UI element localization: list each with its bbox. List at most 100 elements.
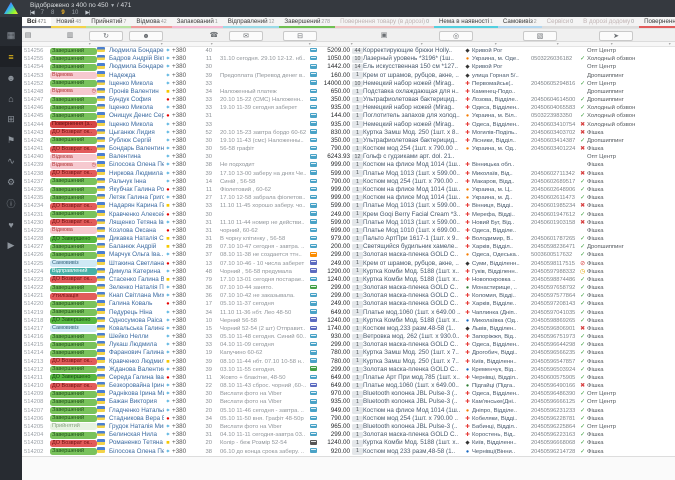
status-badge[interactable]: ДО Возврат ок.. — [50, 170, 97, 177]
tab-Відправлений[interactable]: Відправлений12 — [223, 17, 280, 28]
tracking-number[interactable]: 20450604065583 — [531, 104, 578, 112]
filter-caret-icon[interactable]: ▼ — [668, 42, 671, 46]
delivery-address[interactable]: Одеса, Відділен.. — [472, 104, 531, 112]
comment[interactable]: Не подходит — [220, 161, 310, 169]
client-name[interactable]: Зеленко Наталія Па.. — [109, 284, 164, 292]
client-name[interactable]: Кравченко Людмила — [109, 358, 164, 366]
status-badge[interactable]: Завершений — [50, 399, 97, 406]
status-badge[interactable]: Завершений — [50, 113, 97, 120]
status-badge[interactable]: Завершений — [50, 448, 97, 455]
client-name[interactable]: Односумова Раіса І.. — [109, 317, 164, 325]
comment[interactable]: 17.10 13-00 заберу на днях Че.. — [220, 170, 310, 178]
feedback-icon[interactable]: ♥ — [0, 214, 22, 235]
client-name[interactable]: Якубчак Галина Ром.. — [109, 186, 164, 194]
tracking-number[interactable]: 5003600517632 — [531, 251, 578, 259]
phone-number[interactable]: +380 — [172, 374, 197, 382]
table-row[interactable]: 514247ЗавершенийБундук София●+3803320.10… — [22, 96, 675, 104]
tracking-number[interactable]: 20450596751973 — [531, 333, 578, 341]
comment[interactable]: 31.10 сегодня. 29.10 12-12. нб.. — [220, 55, 310, 63]
product-name[interactable]: Светящийся будильник хамеле.. — [363, 243, 463, 251]
client-name[interactable]: Шейко Нелли — [109, 333, 164, 341]
status-badge[interactable]: ДО Возврат ок.. — [50, 203, 97, 210]
delivery-address[interactable]: Украина, м. Оде.. — [472, 55, 531, 63]
client-name[interactable]: Фаранович Галина — [109, 349, 164, 357]
product-name[interactable]: Немецкий набор ножей (Mirag.. — [363, 104, 463, 112]
table-row[interactable]: 514229ВідмоваКозлова Оксана●+38031чорний… — [22, 227, 675, 235]
status-badge[interactable]: Завершений — [50, 56, 97, 63]
comment[interactable]: 04.10 11-09 сегодня — [220, 341, 310, 349]
product-name[interactable]: Платье Мод 1013 (1шт. х 599.00.. — [363, 219, 463, 227]
table-row[interactable]: 514242ЗавершенийРублюк Сергій✶+3803019.1… — [22, 137, 675, 145]
delivery-address[interactable]: Монастирище, .. — [472, 284, 531, 292]
comment[interactable]: Чорний , 56-58 предумала — [220, 268, 310, 276]
status-badge[interactable]: ДО Возврат ок.. — [50, 440, 97, 447]
comment[interactable]: Наложенный платеж — [220, 88, 310, 96]
client-name[interactable]: Лукаш Людмила — [109, 341, 164, 349]
tab-Запакований[interactable]: Запакований1 — [172, 17, 223, 28]
status-badge[interactable]: Прийнятий — [50, 423, 97, 430]
table-row[interactable]: 514216ЗавершенийШейко Нелли✶+3803305.10 … — [22, 333, 675, 341]
tracking-number[interactable]: 20450602611473 — [531, 194, 578, 202]
phone-number[interactable]: +380 — [172, 439, 197, 447]
client-name[interactable]: Баланюк Андрій — [109, 243, 164, 251]
client-name[interactable]: Безкоровайна Ірина — [109, 382, 164, 390]
phone-number[interactable]: +380 — [172, 137, 197, 145]
phone-number[interactable]: +380 — [172, 202, 197, 210]
package-column-icon[interactable]: ▧ — [523, 31, 557, 41]
product-name[interactable]: Куртка Комби Мод. 5188 (1шт. х.. — [363, 268, 463, 276]
client-name[interactable]: Гладченко Наталья .. — [109, 407, 164, 415]
client-name[interactable]: Іщенко Микола — [109, 104, 164, 112]
product-name[interactable]: Костюм на флисе Мод 1014 (1ш.. — [363, 407, 463, 415]
table-row[interactable]: 514221УтилізаціяКнап Світлана Миха..✶+38… — [22, 292, 675, 300]
table-row[interactable]: 514212ЗавершенийЖданова Валентина✶+38039… — [22, 366, 675, 374]
comment[interactable]: Вислати фото на Viber — [220, 398, 310, 406]
product-name[interactable]: Костюм мод 254 (1шт. х 790.00 .. — [363, 415, 463, 423]
status-badge[interactable]: Завершений — [50, 211, 97, 218]
client-name[interactable]: Бадров Андрій Вікт.. — [109, 55, 164, 63]
comment[interactable]: 56-58 графіт — [220, 145, 310, 153]
table-row[interactable]: 514207ЗавершенийГладченко Наталья ..✶+38… — [22, 407, 675, 415]
delivery-address[interactable]: Вінницька обл.. — [472, 161, 531, 169]
phone-number[interactable]: +380 — [172, 292, 197, 300]
filter-caret-icon[interactable]: ▼ — [350, 42, 353, 46]
tracking-number[interactable]: 20450598874486 — [531, 276, 578, 284]
phone-number[interactable]: +380 — [172, 47, 197, 55]
comment[interactable]: 08.10 11-38 не создается ттн.. — [220, 251, 310, 259]
filter-caret-icon[interactable]: ▼ — [420, 42, 423, 46]
phone-number[interactable]: +380 — [172, 358, 197, 366]
status-badge[interactable]: Відмова — [50, 227, 97, 234]
product-name[interactable]: Куртка Комби Мод. 5188 (1шт. х.. — [363, 317, 463, 325]
table-row[interactable]: 514206ЗавершенийСтадникова Вера В..●+380… — [22, 415, 675, 423]
product-name[interactable]: Ветровка мод. 262 (1шт. х 930.0.. — [363, 333, 463, 341]
marketing-icon[interactable]: ⚑ — [0, 130, 22, 151]
comment[interactable]: Вислати фото на Viber — [220, 423, 310, 431]
delivery-address[interactable]: Чернівці, Відділ.. — [472, 374, 531, 382]
dashboard-icon[interactable]: ▦ — [0, 25, 22, 46]
delivery-address[interactable]: Новопокровка .. — [472, 276, 531, 284]
comment[interactable]: Жовто + блакітне, 48-50 — [220, 374, 310, 382]
product-name[interactable]: Золотая маска-пленка GOLD C.. — [363, 300, 463, 308]
phone-number[interactable]: +380 — [172, 390, 197, 398]
comment[interactable]: Чорний 52-54 (2 шт) Отправит.. — [220, 325, 310, 333]
status-badge[interactable]: Відправлений — [50, 268, 97, 275]
phone-number[interactable]: +380 — [172, 382, 197, 390]
product-name[interactable]: Ель искусственная 150 см *127.. — [363, 63, 463, 71]
tab-Самовивіз[interactable]: Самовивіз2 — [498, 17, 542, 28]
tab-Сервіси[interactable]: Сервіси0 — [542, 17, 578, 28]
delivery-address[interactable]: Харків, Відділе.. — [472, 300, 531, 308]
last-page-button[interactable]: ▶| — [85, 10, 89, 16]
comment[interactable]: Колір - беж Розмір 52-54 — [220, 439, 310, 447]
tab-В дорозі додому[interactable]: В дорозі додому0 — [578, 17, 639, 28]
client-name[interactable]: Раднікова Ірина Ми.. — [109, 390, 164, 398]
tracking-number[interactable]: 20450597208143 — [531, 300, 578, 308]
table-row[interactable]: 514210ДО Возврат ок..Безкоровайна Ірина✶… — [22, 382, 675, 390]
delivery-address[interactable]: Мерефа, Відді.. — [472, 211, 531, 219]
phone-number[interactable]: +380 — [172, 121, 197, 129]
status-badge[interactable]: Завершений — [50, 301, 97, 308]
comment[interactable]: 08.10 11-44 нбт. 07.10 10-58 н.. — [220, 358, 310, 366]
phone-number[interactable]: +380 — [172, 325, 197, 333]
phone-number[interactable]: +380 — [172, 80, 197, 88]
delivery-address[interactable]: Украина, м. Біл.. — [472, 112, 531, 120]
tracking-number[interactable]: 20450596223163 — [531, 431, 578, 439]
app-logo-icon[interactable] — [4, 2, 18, 14]
